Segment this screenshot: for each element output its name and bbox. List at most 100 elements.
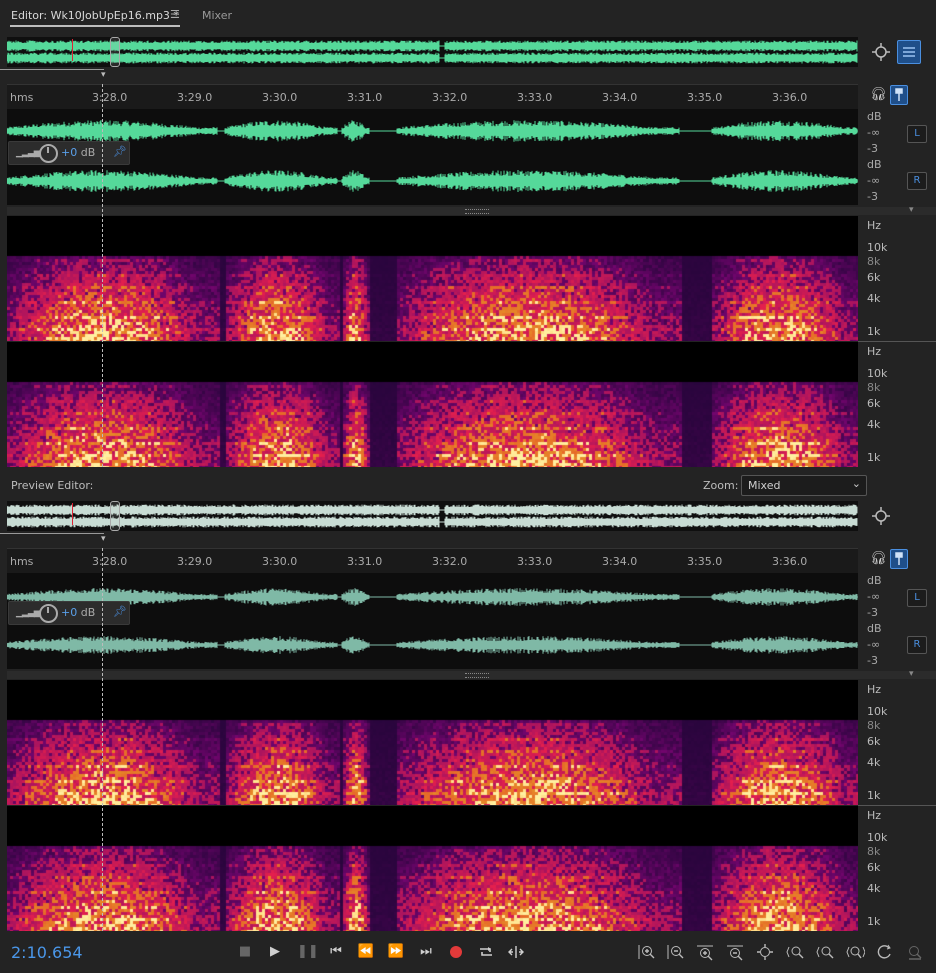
neg-inf-left: -∞ <box>867 590 881 603</box>
ruler-tick: 3:30.0 <box>262 91 298 104</box>
hz-label: 1k <box>867 789 881 802</box>
preview-zoom-range-bar <box>0 533 104 534</box>
preview-snap-marker-icon[interactable] <box>890 549 908 569</box>
volume-unit: dB <box>80 146 96 159</box>
volume-knob[interactable] <box>39 604 58 623</box>
splitter-arrow-icon[interactable]: ▾ <box>909 669 914 679</box>
ruler-tick: 3:28.0 <box>92 91 128 104</box>
level-bars-icon: ▁▂▃▅ <box>16 608 41 618</box>
preview-playhead-line[interactable] <box>102 548 103 931</box>
channel-right-badge[interactable]: R <box>907 636 927 654</box>
waveform-graphic <box>7 120 858 192</box>
preview-time-ruler[interactable]: hms 3:28.0 3:29.0 3:30.0 3:31.0 3:32.0 3… <box>7 548 858 573</box>
tab-editor[interactable]: Editor: Wk10JobUpEp16.mp3 * <box>11 9 179 22</box>
rewind-button[interactable]: ⏪ <box>357 943 375 961</box>
zoom-out-time-icon[interactable] <box>725 943 745 961</box>
zoom-label: Zoom: <box>703 479 739 492</box>
ruler-unit: hms <box>10 555 34 568</box>
time-ruler[interactable]: hms 3:28.0 3:29.0 3:30.0 3:31.0 3:32.0 3… <box>7 84 858 109</box>
ruler-tick: 3:28.0 <box>92 555 128 568</box>
channel-left-badge[interactable]: L <box>907 125 927 143</box>
preview-viewport-handle[interactable] <box>110 501 120 531</box>
skip-selection-button[interactable] <box>507 943 525 961</box>
preview-spectral-view-left[interactable] <box>7 680 858 805</box>
zoom-right-edge-icon[interactable] <box>845 943 866 961</box>
hz-label: 4k <box>867 292 881 305</box>
db-label-right: dB <box>867 158 882 171</box>
volume-unit: dB <box>80 606 96 619</box>
channel-left-badge[interactable]: L <box>907 589 927 607</box>
preview-headphones-icon[interactable]: 🎧︎ <box>870 551 887 566</box>
overview-viewport-handle[interactable] <box>110 37 120 67</box>
minus3-left: -3 <box>867 142 878 155</box>
pin-hud-icon[interactable]: 📌︎ <box>113 145 127 159</box>
overview-waveform[interactable] <box>7 37 858 67</box>
hz-label: 4k <box>867 756 881 769</box>
zoom-navigator-icon[interactable] <box>870 41 892 63</box>
playhead-line[interactable] <box>102 84 103 467</box>
hz-unit: Hz <box>867 809 882 822</box>
preview-zoom-navigator-handle[interactable]: ▾ <box>101 534 106 544</box>
current-time-display[interactable]: 2:10.654 <box>11 943 83 962</box>
volume-hud[interactable]: ▁▂▃▅ +0 dB 📌︎ <box>8 141 130 165</box>
preview-panel-splitter[interactable]: ▾ <box>7 669 936 679</box>
ruler-tick: 3:31.0 <box>347 555 383 568</box>
preview-overview-graphic <box>7 504 858 528</box>
preview-overview-waveform[interactable] <box>7 501 858 531</box>
preview-editor-label: Preview Editor: <box>11 479 94 492</box>
zoom-out-amplitude-icon[interactable] <box>665 943 685 961</box>
waveform-view[interactable]: ▁▂▃▅ +0 dB 📌︎ <box>7 109 858 205</box>
snap-marker-icon[interactable] <box>890 85 908 105</box>
zoom-mode-value: Mixed <box>748 479 781 492</box>
splitter-arrow-icon[interactable]: ▾ <box>909 205 914 215</box>
tab-mixer[interactable]: Mixer <box>202 9 232 22</box>
preview-waveform-view[interactable]: ▁▂▃▅ +0 dB 📌︎ <box>7 573 858 669</box>
preview-volume-hud[interactable]: ▁▂▃▅ +0 dB 📌︎ <box>8 601 130 625</box>
move-to-previous-button[interactable]: ⏮ <box>327 943 345 961</box>
zoom-navigator-handle[interactable]: ▾ <box>101 70 106 80</box>
headphones-icon[interactable]: 🎧︎ <box>870 87 887 102</box>
spectral-view-right[interactable] <box>7 342 858 467</box>
spectral-view-left[interactable] <box>7 216 858 341</box>
zoom-in-selection-icon[interactable] <box>785 943 805 961</box>
pin-hud-icon[interactable]: 📌︎ <box>113 605 127 619</box>
hz-unit: Hz <box>867 219 882 232</box>
db-label-left: dB <box>867 110 882 123</box>
spectral-display-toggle-icon[interactable] <box>897 40 921 64</box>
neg-inf-left: -∞ <box>867 126 881 139</box>
panel-splitter[interactable]: ▾ <box>7 205 936 215</box>
panel-menu-icon[interactable]: ☰ <box>170 8 180 21</box>
hz-label: 1k <box>867 451 881 464</box>
preview-spectral-view-right[interactable] <box>7 806 858 931</box>
zoom-mode-select[interactable]: Mixed ⌄ <box>741 475 867 496</box>
hz-unit: Hz <box>867 345 882 358</box>
splitter-grip <box>465 673 489 678</box>
zoom-in-time-icon[interactable] <box>695 943 715 961</box>
hz-label: 8k <box>867 381 881 394</box>
zoom-in-amplitude-icon[interactable] <box>636 943 656 961</box>
pause-button[interactable]: ❚❚ <box>297 943 319 961</box>
frequency-scale: Hz 10k 8k 6k 4k 1k Hz 10k 8k 6k 4k 1k <box>860 216 936 467</box>
zoom-reset-icon[interactable] <box>875 943 895 961</box>
ruler-tick: 3:36.0 <box>772 555 808 568</box>
active-tab-indicator <box>10 25 180 27</box>
volume-knob[interactable] <box>39 144 58 163</box>
volume-value: +0 <box>61 606 78 619</box>
hz-label: 8k <box>867 845 881 858</box>
ruler-tick: 3:33.0 <box>517 91 553 104</box>
preview-spectrogram-left <box>7 680 858 805</box>
hz-label: 10k <box>867 705 888 718</box>
record-button[interactable] <box>447 943 465 961</box>
zoom-range-bar <box>0 69 104 70</box>
zoom-lock-icon[interactable] <box>905 943 925 961</box>
preview-zoom-navigator-icon[interactable] <box>870 505 892 527</box>
move-to-next-button[interactable]: ⏭ <box>417 943 435 961</box>
zoom-left-edge-icon[interactable] <box>815 943 835 961</box>
channel-right-badge[interactable]: R <box>907 172 927 190</box>
zoom-out-full-icon[interactable] <box>755 943 775 961</box>
hz-label: 10k <box>867 241 888 254</box>
fast-forward-button[interactable]: ⏩ <box>387 943 405 961</box>
stop-button[interactable]: ■ <box>236 943 254 961</box>
loop-playback-button[interactable] <box>477 943 495 961</box>
play-button[interactable]: ▶ <box>266 943 284 961</box>
